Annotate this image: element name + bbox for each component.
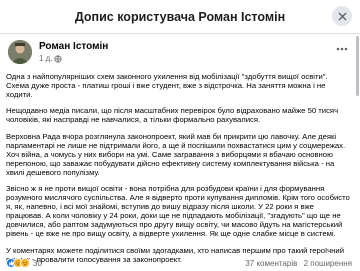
avatar[interactable] (8, 40, 32, 64)
dialog-title: Допис користувача Роман Істомін (74, 9, 286, 24)
post-time[interactable]: 1 д. (39, 54, 53, 63)
scrollbar[interactable] (356, 36, 359, 96)
post-footer: 30 37 коментарів 2 поширення (6, 258, 354, 270)
sad-icon (20, 258, 30, 268)
comments-count[interactable]: 37 коментарів (245, 259, 297, 268)
close-icon (338, 12, 346, 20)
post-dialog: Допис користувача Роман Істомін Роман Іс… (0, 0, 360, 271)
reaction-count: 30 (33, 258, 42, 268)
reactions-summary[interactable]: 30 (6, 258, 42, 268)
post-paragraph: Нещодавно медіа писали, що після масштаб… (6, 106, 339, 125)
post-paragraph: Одна з найпопулярніших схем законного ух… (6, 72, 328, 100)
post-stats: 37 коментарів 2 поширення (241, 259, 352, 268)
more-options-button[interactable] (334, 44, 350, 54)
dialog-header: Допис користувача Роман Істомін (0, 0, 360, 34)
post-text: Одна з найпопулярніших схем законного ух… (6, 72, 352, 271)
globe-icon (54, 55, 62, 63)
author-name[interactable]: Роман Істомін (39, 41, 108, 52)
post-header: Роман Істомін 1 д. (8, 40, 352, 68)
post-paragraph: Звісно ж я не проти вищої освіти - вона … (6, 184, 350, 239)
post-paragraph: Верховна Рада вчора розглянула законопро… (6, 131, 346, 177)
close-button[interactable] (332, 6, 352, 26)
shares-count[interactable]: 2 поширення (304, 259, 352, 268)
more-icon (336, 47, 348, 51)
